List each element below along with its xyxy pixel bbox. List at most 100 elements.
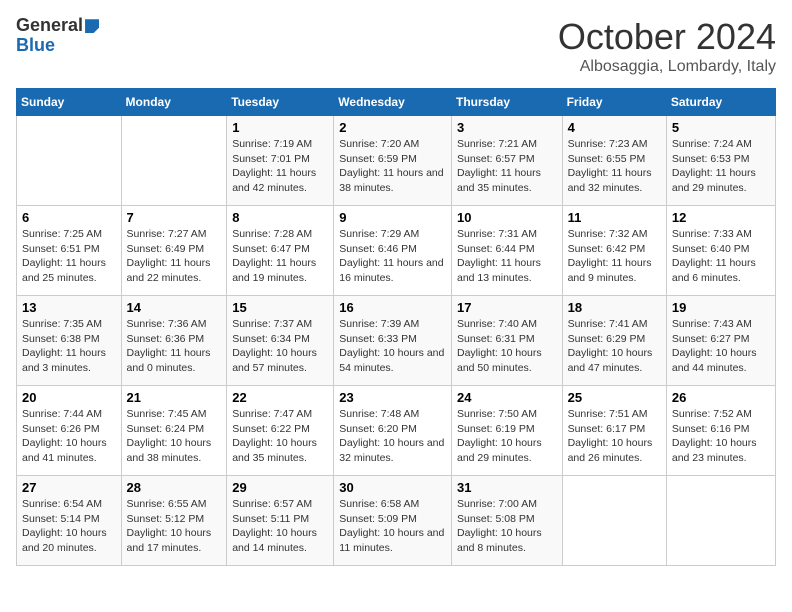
- cell-content: Sunrise: 7:20 AMSunset: 6:59 PMDaylight:…: [339, 137, 446, 196]
- day-number: 22: [232, 390, 328, 405]
- day-number: 15: [232, 300, 328, 315]
- day-number: 6: [22, 210, 116, 225]
- calendar-cell: 1Sunrise: 7:19 AMSunset: 7:01 PMDaylight…: [227, 116, 334, 206]
- calendar-cell: 13 Sunrise: 7:35 AMSunset: 6:38 PMDayligh…: [17, 296, 122, 386]
- day-number: 8: [232, 210, 328, 225]
- day-number: 19: [672, 300, 770, 315]
- day-number: 29: [232, 480, 328, 495]
- calendar-cell: 10 Sunrise: 7:31 AMSunset: 6:44 PMDayligh…: [451, 206, 562, 296]
- calendar-cell: 5Sunrise: 7:24 AMSunset: 6:53 PMDaylight…: [666, 116, 775, 206]
- day-number: 11: [568, 210, 661, 225]
- day-number: 31: [457, 480, 557, 495]
- cell-content: Sunrise: 7:48 AMSunset: 6:20 PMDaylight:…: [339, 407, 446, 466]
- calendar-cell: [562, 476, 666, 566]
- calendar-cell: 28 Sunrise: 6:55 AMSunset: 5:12 PMDayligh…: [121, 476, 227, 566]
- logo: General Blue: [16, 16, 99, 56]
- cell-content: Sunrise: 7:52 AMSunset: 6:16 PMDaylight:…: [672, 407, 770, 466]
- day-number: 20: [22, 390, 116, 405]
- day-number: 12: [672, 210, 770, 225]
- calendar-week-row: 20 Sunrise: 7:44 AMSunset: 6:26 PMDayligh…: [17, 386, 776, 476]
- cell-content: Sunrise: 7:41 AMSunset: 6:29 PMDaylight:…: [568, 317, 661, 376]
- calendar-week-row: 27 Sunrise: 6:54 AMSunset: 5:14 PMDayligh…: [17, 476, 776, 566]
- calendar-cell: 22 Sunrise: 7:47 AMSunset: 6:22 PMDayligh…: [227, 386, 334, 476]
- cell-content: Sunrise: 7:23 AMSunset: 6:55 PMDaylight:…: [568, 137, 661, 196]
- cell-content: Sunrise: 7:47 AMSunset: 6:22 PMDaylight:…: [232, 407, 328, 466]
- calendar-week-row: 13 Sunrise: 7:35 AMSunset: 6:38 PMDayligh…: [17, 296, 776, 386]
- calendar-cell: 14Sunrise: 7:36 AMSunset: 6:36 PMDayligh…: [121, 296, 227, 386]
- cell-content: Sunrise: 7:28 AMSunset: 6:47 PMDaylight:…: [232, 227, 328, 286]
- header-day: Tuesday: [227, 89, 334, 116]
- header-day: Friday: [562, 89, 666, 116]
- cell-content: Sunrise: 6:54 AMSunset: 5:14 PMDaylight:…: [22, 497, 116, 556]
- cell-content: Sunrise: 7:39 AMSunset: 6:33 PMDaylight:…: [339, 317, 446, 376]
- header-day: Sunday: [17, 89, 122, 116]
- day-number: 16: [339, 300, 446, 315]
- calendar-cell: 25 Sunrise: 7:51 AMSunset: 6:17 PMDayligh…: [562, 386, 666, 476]
- calendar-cell: 6 Sunrise: 7:25 AMSunset: 6:51 PMDaylight…: [17, 206, 122, 296]
- calendar-cell: 12 Sunrise: 7:33 AMSunset: 6:40 PMDayligh…: [666, 206, 775, 296]
- calendar-cell: 18Sunrise: 7:41 AMSunset: 6:29 PMDayligh…: [562, 296, 666, 386]
- calendar-cell: 3Sunrise: 7:21 AMSunset: 6:57 PMDaylight…: [451, 116, 562, 206]
- calendar-cell: 24Sunrise: 7:50 AMSunset: 6:19 PMDayligh…: [451, 386, 562, 476]
- day-number: 21: [127, 390, 222, 405]
- calendar-cell: 16 Sunrise: 7:39 AMSunset: 6:33 PMDayligh…: [334, 296, 452, 386]
- cell-content: Sunrise: 7:25 AMSunset: 6:51 PMDaylight:…: [22, 227, 116, 286]
- day-number: 2: [339, 120, 446, 135]
- cell-content: Sunrise: 7:51 AMSunset: 6:17 PMDaylight:…: [568, 407, 661, 466]
- day-number: 17: [457, 300, 557, 315]
- cell-content: Sunrise: 6:55 AMSunset: 5:12 PMDaylight:…: [127, 497, 222, 556]
- calendar-cell: 21 Sunrise: 7:45 AMSunset: 6:24 PMDayligh…: [121, 386, 227, 476]
- day-number: 13: [22, 300, 116, 315]
- calendar-week-row: 6 Sunrise: 7:25 AMSunset: 6:51 PMDaylight…: [17, 206, 776, 296]
- cell-content: Sunrise: 7:33 AMSunset: 6:40 PMDaylight:…: [672, 227, 770, 286]
- day-number: 9: [339, 210, 446, 225]
- logo-general-text: General: [16, 15, 83, 35]
- day-number: 25: [568, 390, 661, 405]
- page-header: General Blue October 2024 Albosaggia, Lo…: [16, 16, 776, 76]
- cell-content: Sunrise: 7:45 AMSunset: 6:24 PMDaylight:…: [127, 407, 222, 466]
- cell-content: Sunrise: 7:43 AMSunset: 6:27 PMDaylight:…: [672, 317, 770, 376]
- calendar-cell: 27 Sunrise: 6:54 AMSunset: 5:14 PMDayligh…: [17, 476, 122, 566]
- calendar-cell: 20 Sunrise: 7:44 AMSunset: 6:26 PMDayligh…: [17, 386, 122, 476]
- cell-content: Sunrise: 7:19 AMSunset: 7:01 PMDaylight:…: [232, 137, 328, 196]
- location: Albosaggia, Lombardy, Italy: [558, 58, 776, 76]
- calendar-cell: 19 Sunrise: 7:43 AMSunset: 6:27 PMDayligh…: [666, 296, 775, 386]
- calendar-cell: 11 Sunrise: 7:32 AMSunset: 6:42 PMDayligh…: [562, 206, 666, 296]
- day-number: 30: [339, 480, 446, 495]
- day-number: 27: [22, 480, 116, 495]
- cell-content: Sunrise: 7:00 AMSunset: 5:08 PMDaylight:…: [457, 497, 557, 556]
- calendar-cell: 17 Sunrise: 7:40 AMSunset: 6:31 PMDayligh…: [451, 296, 562, 386]
- cell-content: Sunrise: 7:40 AMSunset: 6:31 PMDaylight:…: [457, 317, 557, 376]
- cell-content: Sunrise: 6:57 AMSunset: 5:11 PMDaylight:…: [232, 497, 328, 556]
- cell-content: Sunrise: 6:58 AMSunset: 5:09 PMDaylight:…: [339, 497, 446, 556]
- calendar-cell: [121, 116, 227, 206]
- cell-content: Sunrise: 7:29 AMSunset: 6:46 PMDaylight:…: [339, 227, 446, 286]
- cell-content: Sunrise: 7:31 AMSunset: 6:44 PMDaylight:…: [457, 227, 557, 286]
- day-number: 24: [457, 390, 557, 405]
- calendar-cell: 7Sunrise: 7:27 AMSunset: 6:49 PMDaylight…: [121, 206, 227, 296]
- calendar-cell: [666, 476, 775, 566]
- header-day: Monday: [121, 89, 227, 116]
- day-number: 7: [127, 210, 222, 225]
- calendar-cell: [17, 116, 122, 206]
- header-day: Saturday: [666, 89, 775, 116]
- day-number: 28: [127, 480, 222, 495]
- calendar-cell: 15 Sunrise: 7:37 AMSunset: 6:34 PMDayligh…: [227, 296, 334, 386]
- day-number: 10: [457, 210, 557, 225]
- cell-content: Sunrise: 7:35 AMSunset: 6:38 PMDaylight:…: [22, 317, 116, 376]
- cell-content: Sunrise: 7:24 AMSunset: 6:53 PMDaylight:…: [672, 137, 770, 196]
- cell-content: Sunrise: 7:32 AMSunset: 6:42 PMDaylight:…: [568, 227, 661, 286]
- day-number: 23: [339, 390, 446, 405]
- calendar-cell: 30 Sunrise: 6:58 AMSunset: 5:09 PMDayligh…: [334, 476, 452, 566]
- cell-content: Sunrise: 7:21 AMSunset: 6:57 PMDaylight:…: [457, 137, 557, 196]
- calendar-cell: 26 Sunrise: 7:52 AMSunset: 6:16 PMDayligh…: [666, 386, 775, 476]
- calendar-cell: 9 Sunrise: 7:29 AMSunset: 6:46 PMDaylight…: [334, 206, 452, 296]
- calendar-cell: 31 Sunrise: 7:00 AMSunset: 5:08 PMDayligh…: [451, 476, 562, 566]
- cell-content: Sunrise: 7:37 AMSunset: 6:34 PMDaylight:…: [232, 317, 328, 376]
- calendar-cell: 23 Sunrise: 7:48 AMSunset: 6:20 PMDayligh…: [334, 386, 452, 476]
- day-number: 26: [672, 390, 770, 405]
- logo-blue-text: Blue: [16, 35, 55, 55]
- cell-content: Sunrise: 7:44 AMSunset: 6:26 PMDaylight:…: [22, 407, 116, 466]
- day-number: 4: [568, 120, 661, 135]
- cell-content: Sunrise: 7:36 AMSunset: 6:36 PMDaylight:…: [127, 317, 222, 376]
